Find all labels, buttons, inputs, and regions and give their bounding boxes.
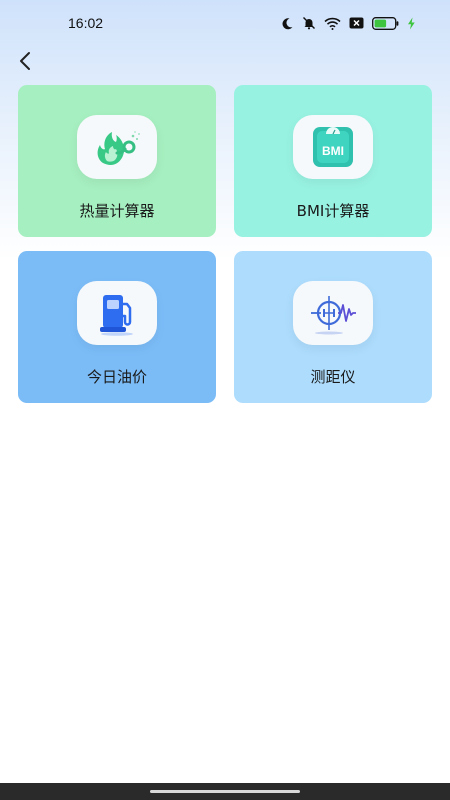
fuel-pump-icon [77,281,157,345]
tool-card-label: 今日油价 [86,368,147,386]
tool-card-rangefinder[interactable]: 测距仪 [234,251,432,403]
status-icons [281,15,416,31]
tool-card-oil-price[interactable]: 今日油价 [18,251,216,403]
back-button[interactable] [10,48,40,78]
tool-card-label: 测距仪 [310,368,356,386]
bell-off-icon [302,16,316,30]
tool-card-calorie-calculator[interactable]: 热量计算器 [18,85,216,237]
x-box-icon [349,17,364,29]
status-bar: 16:02 [0,0,450,46]
flame-calorie-icon [77,115,157,179]
bmi-icon-text: BMI [322,144,344,158]
chevron-left-icon [17,50,33,76]
battery-icon [372,16,399,30]
tool-card-bmi-calculator[interactable]: BMI BMI计算器 [234,85,432,237]
charging-icon [407,17,416,30]
home-indicator[interactable] [150,790,300,793]
tool-card-label: BMI计算器 [296,202,370,220]
status-time: 16:02 [68,15,104,31]
wifi-icon [324,17,341,30]
rangefinder-icon [293,281,373,345]
system-navigation-bar [0,783,450,800]
moon-icon [281,17,294,30]
tool-card-label: 热量计算器 [79,202,155,220]
bmi-scale-icon: BMI [293,115,373,179]
